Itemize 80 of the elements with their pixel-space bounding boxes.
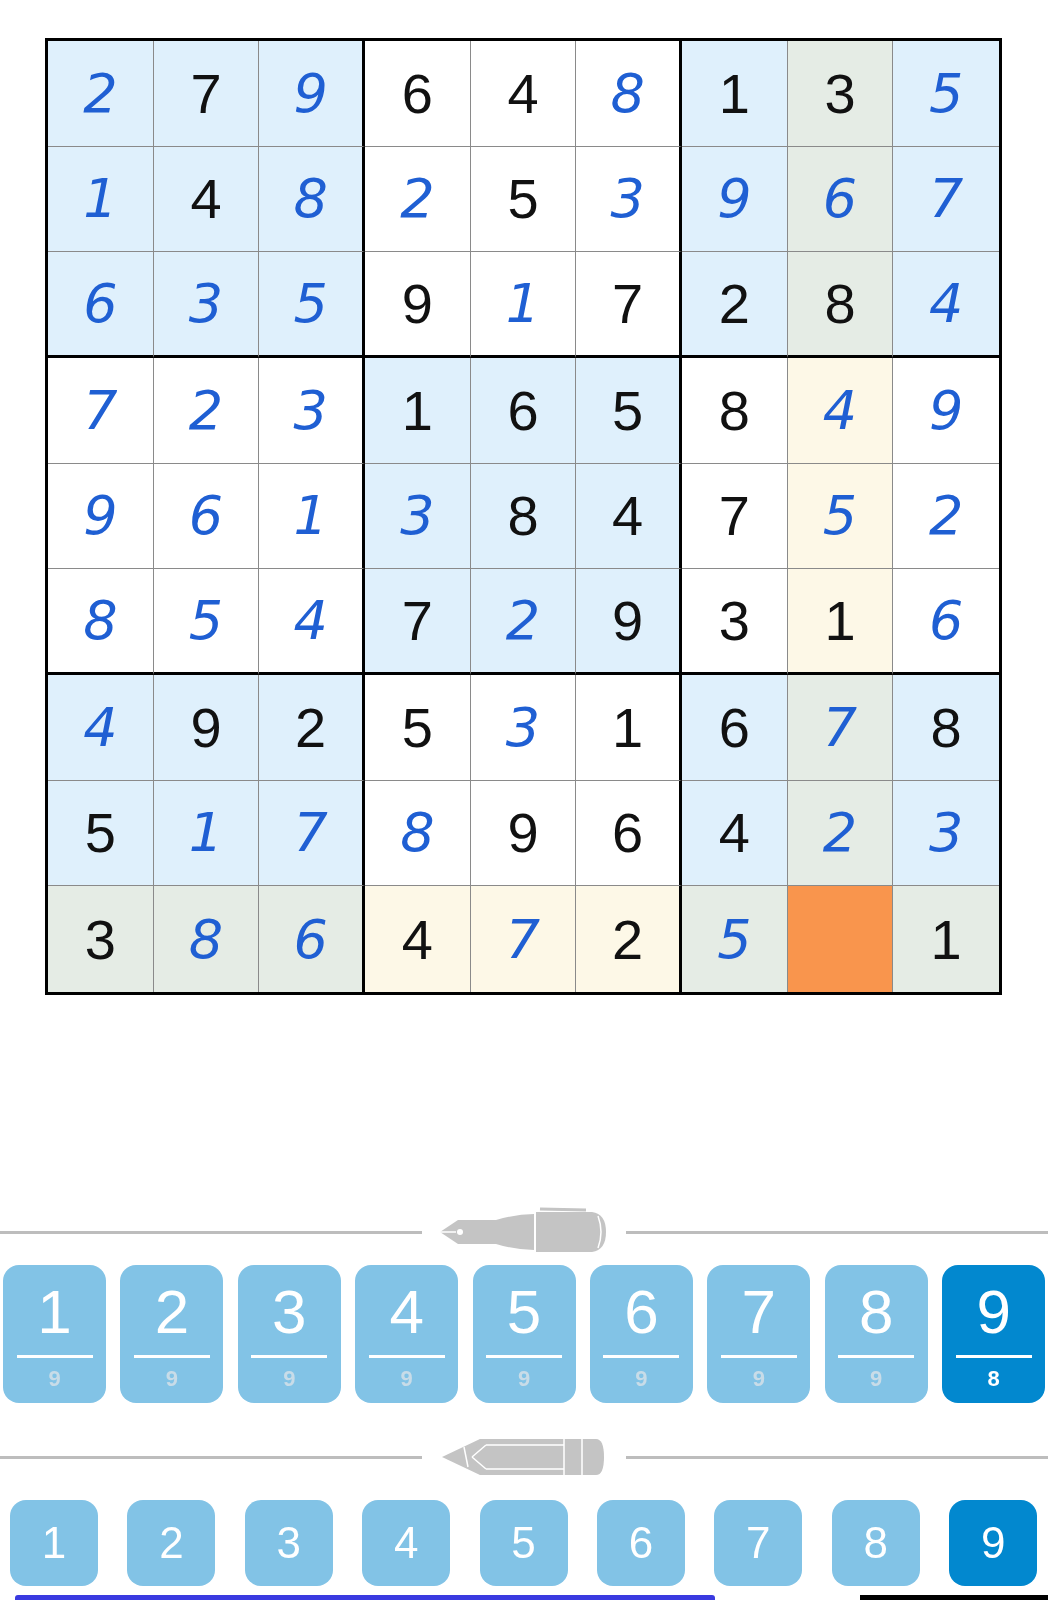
sudoku-cell[interactable]: 9 — [470, 780, 577, 887]
sudoku-cell[interactable]: 3 — [48, 886, 154, 992]
sudoku-cell[interactable]: 6 — [470, 358, 577, 464]
sudoku-cell[interactable]: 1 — [259, 463, 365, 570]
sudoku-cell[interactable]: 7 — [153, 41, 260, 147]
sudoku-cell[interactable]: 8 — [48, 569, 154, 675]
sudoku-cell[interactable]: 1 — [787, 569, 894, 675]
sudoku-cell[interactable]: 6 — [787, 146, 894, 253]
sudoku-cell[interactable]: 4 — [470, 41, 577, 147]
sudoku-cell[interactable]: 4 — [576, 463, 682, 570]
sudoku-cell[interactable]: 7 — [787, 675, 894, 781]
pencil-digit-key[interactable]: 9 — [949, 1500, 1038, 1586]
sudoku-cell[interactable]: 2 — [470, 569, 577, 675]
sudoku-cell[interactable]: 3 — [365, 463, 471, 570]
sudoku-cell[interactable]: 7 — [259, 780, 365, 887]
sudoku-cell[interactable]: 5 — [153, 569, 260, 675]
sudoku-cell[interactable]: 4 — [682, 780, 788, 887]
sudoku-cell[interactable]: 2 — [259, 675, 365, 781]
sudoku-cell[interactable]: 7 — [576, 252, 682, 358]
sudoku-cell[interactable]: 1 — [576, 675, 682, 781]
sudoku-cell[interactable]: 1 — [470, 252, 577, 358]
sudoku-cell[interactable]: 3 — [682, 569, 788, 675]
sudoku-cell[interactable]: 9 — [682, 146, 788, 253]
sudoku-cell[interactable]: 4 — [365, 886, 471, 992]
sudoku-cell[interactable]: 6 — [682, 675, 788, 781]
sudoku-cell[interactable]: 8 — [470, 463, 577, 570]
sudoku-cell[interactable]: 8 — [682, 358, 788, 464]
sudoku-cell[interactable]: 1 — [365, 358, 471, 464]
sudoku-cell[interactable]: 5 — [48, 780, 154, 887]
sudoku-cell[interactable]: 7 — [682, 463, 788, 570]
sudoku-cell[interactable]: 9 — [153, 675, 260, 781]
sudoku-cell[interactable]: 9 — [365, 252, 471, 358]
sudoku-cell[interactable]: 2 — [365, 146, 471, 253]
sudoku-cell[interactable]: 3 — [787, 41, 894, 147]
sudoku-cell[interactable]: 5 — [259, 252, 365, 358]
sudoku-cell[interactable]: 7 — [48, 358, 154, 464]
sudoku-cell[interactable]: 1 — [893, 886, 999, 992]
sudoku-cell[interactable]: 2 — [48, 41, 154, 147]
sudoku-cell[interactable]: 3 — [153, 252, 260, 358]
sudoku-cell[interactable]: 8 — [893, 675, 999, 781]
sudoku-cell[interactable]: 2 — [787, 780, 894, 887]
pen-digit-key[interactable]: 9 8 — [942, 1265, 1046, 1403]
sudoku-cell[interactable]: 9 — [259, 41, 365, 147]
sudoku-cell[interactable]: 7 — [365, 569, 471, 675]
sudoku-cell[interactable]: 8 — [576, 41, 682, 147]
sudoku-cell[interactable]: 3 — [470, 675, 577, 781]
sudoku-cell[interactable]: 2 — [576, 886, 682, 992]
sudoku-cell[interactable]: 5 — [470, 146, 577, 253]
sudoku-cell[interactable]: 6 — [259, 886, 365, 992]
sudoku-cell[interactable]: 7 — [893, 146, 999, 253]
sudoku-cell[interactable]: 6 — [48, 252, 154, 358]
sudoku-cell[interactable]: 3 — [259, 358, 365, 464]
sudoku-cell[interactable]: 4 — [259, 569, 365, 675]
sudoku-cell[interactable]: 6 — [576, 780, 682, 887]
sudoku-cell[interactable]: 2 — [682, 252, 788, 358]
sudoku-cell[interactable]: 3 — [576, 146, 682, 253]
sudoku-cell[interactable]: 8 — [787, 252, 894, 358]
sudoku-cell[interactable]: 9 — [48, 463, 154, 570]
sudoku-cell[interactable]: 5 — [787, 463, 894, 570]
sudoku-cell[interactable]: 8 — [153, 886, 260, 992]
sudoku-cell[interactable]: 5 — [576, 358, 682, 464]
sudoku-cell[interactable]: 8 — [259, 146, 365, 253]
sudoku-cell[interactable]: 6 — [153, 463, 260, 570]
sudoku-cell[interactable]: 9 — [576, 569, 682, 675]
sudoku-cell[interactable]: 4 — [153, 146, 260, 253]
sudoku-cell[interactable]: 1 — [48, 146, 154, 253]
sudoku-cell[interactable]: 4 — [48, 675, 154, 781]
sudoku-cell[interactable]: 5 — [893, 41, 999, 147]
sudoku-cell[interactable]: 1 — [153, 780, 260, 887]
sudoku-cell[interactable]: 4 — [893, 252, 999, 358]
sudoku-cell[interactable]: 2 — [153, 358, 260, 464]
sudoku-cell[interactable]: 8 — [365, 780, 471, 887]
sudoku-cell[interactable]: 3 — [893, 780, 999, 887]
sudoku-cell[interactable]: 7 — [470, 886, 577, 992]
sudoku-cell[interactable]: 6 — [365, 41, 471, 147]
sudoku-cell[interactable]: 4 — [787, 358, 894, 464]
sudoku-cell[interactable]: 1 — [682, 41, 788, 147]
sudoku-cell[interactable] — [787, 886, 894, 992]
sudoku-cell[interactable]: 5 — [682, 886, 788, 992]
sudoku-cell[interactable]: 5 — [365, 675, 471, 781]
